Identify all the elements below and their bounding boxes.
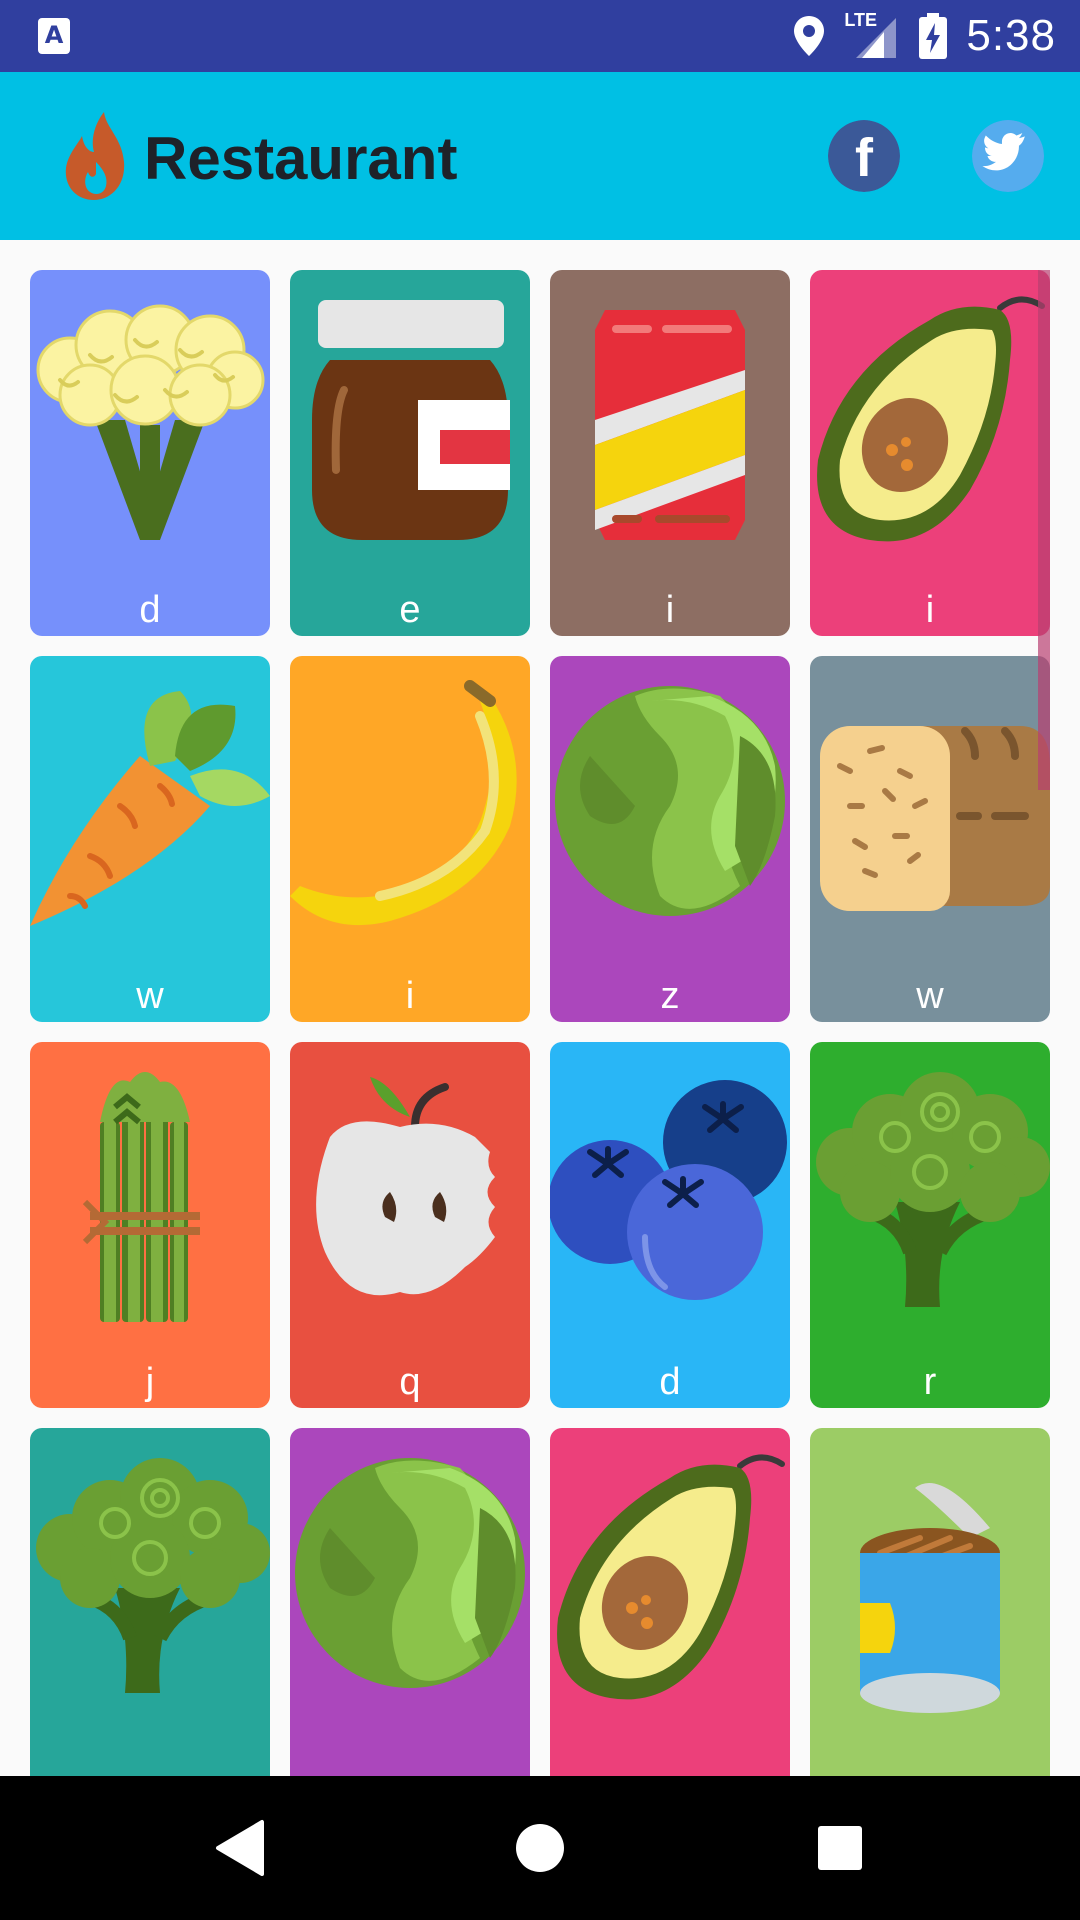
cabbage-icon [555, 686, 785, 916]
tile-label: z [660, 975, 680, 1017]
location-icon [794, 16, 825, 56]
facebook-button[interactable]: f [828, 120, 900, 192]
recents-icon[interactable] [804, 1812, 876, 1884]
carrot-icon [30, 691, 270, 926]
food-tile[interactable]: j [30, 1042, 270, 1408]
food-tile[interactable]: w [30, 656, 270, 1022]
food-tile[interactable]: i [550, 270, 790, 636]
tile-label: i [665, 589, 675, 631]
back-icon[interactable] [204, 1812, 276, 1884]
status-icons: LTE 5:38 [792, 0, 1056, 72]
tile-label: i [925, 589, 935, 631]
food-tile[interactable]: i [290, 656, 530, 1022]
battery-charging-icon [919, 13, 948, 59]
food-tile[interactable]: d [550, 1042, 790, 1408]
tile-label: w [136, 975, 164, 1017]
tile-label: r [923, 1361, 937, 1403]
bread-icon [820, 726, 1050, 911]
twitter-button[interactable] [972, 120, 1044, 192]
tile-label: w [916, 975, 944, 1017]
tile-label: q [399, 1361, 421, 1403]
flame-icon [65, 112, 125, 200]
tile-label: j [145, 1361, 155, 1403]
food-tile[interactable] [810, 1428, 1050, 1776]
food-tile[interactable]: w [810, 656, 1050, 1022]
app-bar: Restaurant f [0, 72, 1080, 240]
facebook-icon: f [855, 128, 874, 188]
food-tile[interactable]: q [290, 1042, 530, 1408]
home-icon[interactable] [504, 1812, 576, 1884]
apple-icon [316, 1077, 495, 1296]
asparagus-icon [82, 1072, 200, 1322]
scrollbar[interactable] [1038, 270, 1050, 790]
navigation-bar [0, 1776, 1080, 1920]
chocolate-jar-icon [312, 300, 510, 540]
broccoli-icon [36, 1458, 270, 1693]
food-tile[interactable]: d [30, 270, 270, 636]
food-grid: d e i i w i z w j q d r [0, 240, 1080, 1776]
food-tile[interactable]: r [810, 1042, 1050, 1408]
signal-icon: LTE [844, 10, 900, 60]
soda-can-icon [595, 310, 745, 540]
tile-label: i [405, 975, 415, 1017]
tile-label: d [139, 589, 161, 631]
cauliflower-icon [36, 304, 265, 540]
food-tile[interactable] [30, 1428, 270, 1776]
avocado-icon [817, 296, 1045, 542]
app-title: Restaurant [144, 125, 458, 192]
food-tile[interactable] [290, 1428, 530, 1776]
food-tile[interactable]: z [550, 656, 790, 1022]
blueberries-icon [550, 1080, 787, 1300]
food-tile[interactable]: e [290, 270, 530, 636]
broccoli-icon [816, 1072, 1050, 1307]
tile-label: d [659, 1361, 681, 1403]
food-tile[interactable]: i [810, 270, 1050, 636]
banana-icon [290, 680, 517, 926]
tile-label: e [399, 589, 421, 631]
status-bar: A LTE 5:38 [0, 0, 1080, 72]
canned-food-icon [860, 1483, 1000, 1713]
cabbage-icon [295, 1458, 525, 1688]
food-tile[interactable] [550, 1428, 790, 1776]
avocado-icon [557, 1454, 785, 1700]
app-notification-icon: A [38, 18, 70, 54]
status-time: 5:38 [966, 11, 1056, 60]
